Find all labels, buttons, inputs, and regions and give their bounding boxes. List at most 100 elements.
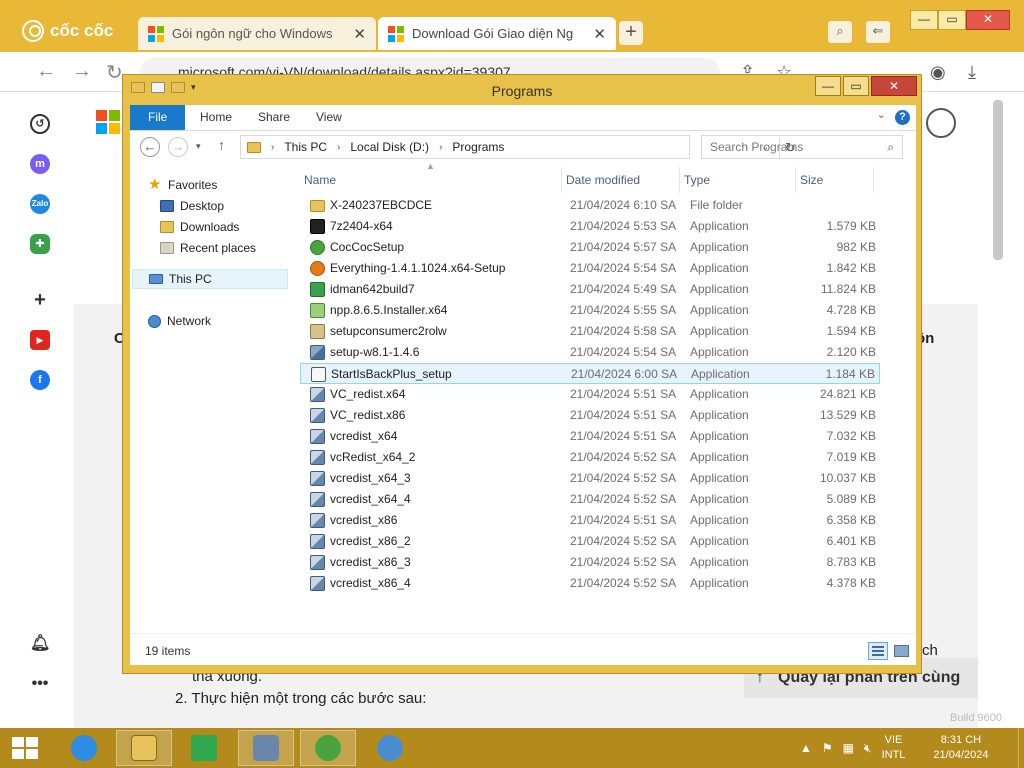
taskbar-setup-app[interactable] xyxy=(238,730,294,766)
browser-tab-1[interactable]: Gói ngôn ngữ cho Windows ✕ xyxy=(138,17,376,50)
add-sidebar-icon[interactable]: + xyxy=(30,290,50,310)
nav-desktop[interactable]: Desktop xyxy=(160,196,224,216)
clock[interactable]: 8:31 CH 21/04/2024 xyxy=(933,733,988,763)
tab-file[interactable]: File xyxy=(130,105,186,130)
volume-muted-icon[interactable]: 🔇︎ xyxy=(864,741,872,756)
explorer-maximize-button[interactable]: ▭ xyxy=(843,76,869,96)
browser-minimize-button[interactable]: — xyxy=(910,10,938,30)
search-icon[interactable]: ⌕ xyxy=(887,136,894,158)
explorer-minimize-button[interactable]: — xyxy=(815,76,841,96)
file-row[interactable]: setupconsumerc2rolw 21/04/2024 5:58 SA App… xyxy=(300,321,880,342)
tab-home[interactable]: Home xyxy=(186,105,246,130)
reload-icon[interactable]: ↻ xyxy=(106,60,123,85)
ribbon-expand-icon[interactable]: ⌄ xyxy=(877,108,886,121)
taskbar-store[interactable] xyxy=(176,730,232,766)
column-size[interactable]: Size xyxy=(796,167,874,193)
breadcrumb-local-disk[interactable]: Local Disk (D:) xyxy=(350,140,429,154)
column-name[interactable]: Name xyxy=(300,167,562,193)
column-type[interactable]: Type xyxy=(680,167,796,193)
more-options-icon[interactable]: ••• xyxy=(30,674,50,694)
tab-search-icon[interactable]: ⌕ xyxy=(828,21,852,43)
search-placeholder: Search Programs xyxy=(710,140,804,154)
taskbar-internet-explorer[interactable] xyxy=(56,730,112,766)
tab-share[interactable]: Share xyxy=(244,105,304,130)
nav-downloads[interactable]: Downloads xyxy=(160,217,239,237)
nav-favorites[interactable]: ★ Favorites xyxy=(148,175,217,195)
file-row[interactable]: X-240237EBCDCE 21/04/2024 6:10 SA File fol… xyxy=(300,195,880,216)
file-row[interactable]: setup-w8.1-1.4.6 21/04/2024 5:54 SA Applic… xyxy=(300,342,880,363)
breadcrumb-this-pc[interactable]: This PC xyxy=(284,140,327,154)
file-row[interactable]: vcredist_x86_2 21/04/2024 5:52 SA Applicat… xyxy=(300,531,880,552)
messenger-icon[interactable]: m xyxy=(30,154,50,174)
facebook-icon[interactable]: f xyxy=(30,370,50,390)
network-status-icon[interactable]: ▦ xyxy=(843,741,854,755)
file-type: File folder xyxy=(690,198,743,212)
explorer-back-icon[interactable]: ← xyxy=(140,137,160,157)
folder-icon xyxy=(310,200,325,212)
breadcrumb-programs[interactable]: Programs xyxy=(452,140,504,154)
microsoft-logo-icon[interactable] xyxy=(96,110,120,134)
notification-bell-icon[interactable]: 🔔︎ xyxy=(30,634,50,654)
tab-close-icon[interactable]: ✕ xyxy=(353,25,366,43)
file-row[interactable]: StartIsBackPlus_setup 21/04/2024 6:00 SA A… xyxy=(300,363,880,384)
file-row[interactable]: vcredist_x64 21/04/2024 5:51 SA Applicatio… xyxy=(300,426,880,447)
profile-icon[interactable]: ◉ xyxy=(930,62,946,83)
file-row[interactable]: vcRedist_x64_2 21/04/2024 5:52 SA Applicat… xyxy=(300,447,880,468)
explorer-forward-icon[interactable]: → xyxy=(168,137,188,157)
file-row[interactable]: npp.8.6.5.Installer.x64 21/04/2024 5:55 S… xyxy=(300,300,880,321)
nav-this-pc[interactable]: This PC xyxy=(132,269,288,289)
taskbar-network-app[interactable] xyxy=(362,730,418,766)
explorer-close-button[interactable]: ✕ xyxy=(871,76,917,96)
taskbar-file-explorer[interactable] xyxy=(116,730,172,766)
explorer-titlebar[interactable]: ▾ Programs — ▭ ✕ xyxy=(123,75,921,105)
column-date-modified[interactable]: Date modified xyxy=(562,167,680,193)
file-row[interactable]: VC_redist.x86 21/04/2024 5:51 SA Applicati… xyxy=(300,405,880,426)
file-row[interactable]: Everything-1.4.1.1024.x64-Setup 21/04/202… xyxy=(300,258,880,279)
file-row[interactable]: vcredist_x64_4 21/04/2024 5:52 SA Applicat… xyxy=(300,489,880,510)
page-avatar-icon[interactable] xyxy=(926,108,956,138)
search-programs-input[interactable]: Search Programs ⌕ xyxy=(701,135,903,159)
tab-close-icon[interactable]: ✕ xyxy=(593,25,606,43)
file-row[interactable]: 7z2404-x64 21/04/2024 5:53 SA Application 1… xyxy=(300,216,880,237)
browser-tab-2[interactable]: Download Gói Giao diện Ng ✕ xyxy=(378,17,616,50)
history-icon[interactable]: ↺ xyxy=(30,114,50,134)
taskbar-coccoc[interactable] xyxy=(300,730,356,766)
forward-arrow-icon[interactable]: → xyxy=(72,60,92,83)
flag-icon[interactable]: ⚑ xyxy=(822,741,833,755)
new-tab-button[interactable]: + xyxy=(619,21,643,45)
back-arrow-icon[interactable]: ← xyxy=(36,60,56,83)
file-row[interactable]: vcredist_x64_3 21/04/2024 5:52 SA Applicat… xyxy=(300,468,880,489)
browser-logo[interactable]: cốc cốc xyxy=(22,20,113,42)
game-controller-icon[interactable]: ✚ xyxy=(30,234,50,254)
download-icon[interactable]: ⤓ xyxy=(968,62,976,83)
chevron-right-icon[interactable]: › xyxy=(439,142,442,153)
youtube-icon[interactable]: ▶ xyxy=(30,330,50,350)
nav-recent-places[interactable]: Recent places xyxy=(160,238,256,258)
file-row[interactable]: CocCocSetup 21/04/2024 5:57 SA Application… xyxy=(300,237,880,258)
chevron-right-icon[interactable]: › xyxy=(337,142,340,153)
back-tab-icon[interactable]: ⇐ xyxy=(866,21,890,43)
help-icon[interactable]: ? xyxy=(895,110,910,125)
file-row[interactable]: vcredist_x86_4 21/04/2024 5:52 SA Applicat… xyxy=(300,573,880,594)
tab-view[interactable]: View xyxy=(302,105,356,130)
start-button-windows-icon[interactable] xyxy=(12,737,38,759)
input-language[interactable]: VIE INTL xyxy=(882,733,906,763)
file-row[interactable]: vcredist_x86_3 21/04/2024 5:52 SA Applicat… xyxy=(300,552,880,573)
recent-locations-icon[interactable]: ▾ xyxy=(196,141,201,152)
up-arrow-icon[interactable]: ↑ xyxy=(218,137,225,153)
browser-maximize-button[interactable]: ▭ xyxy=(938,10,966,30)
browser-close-button[interactable]: ✕ xyxy=(966,10,1010,30)
chevron-right-icon[interactable]: › xyxy=(271,142,274,153)
details-view-icon[interactable] xyxy=(868,642,888,660)
file-row[interactable]: VC_redist.x64 21/04/2024 5:51 SA Applicati… xyxy=(300,384,880,405)
application-icon xyxy=(310,408,325,423)
file-row[interactable]: vcredist_x86 21/04/2024 5:51 SA Applicatio… xyxy=(300,510,880,531)
show-desktop-button[interactable] xyxy=(1018,728,1024,768)
nav-network[interactable]: Network xyxy=(148,311,211,331)
page-scrollbar[interactable] xyxy=(993,100,1003,260)
file-row[interactable]: idman642build7 21/04/2024 5:49 SA Applicat… xyxy=(300,279,880,300)
tray-overflow-icon[interactable]: ▲ xyxy=(800,741,812,755)
zalo-icon[interactable]: Zalo xyxy=(30,194,50,214)
explorer-address-bar[interactable]: › This PC › Local Disk (D:) › Programs ⌄… xyxy=(240,135,796,159)
large-icons-view-icon[interactable] xyxy=(892,642,910,660)
